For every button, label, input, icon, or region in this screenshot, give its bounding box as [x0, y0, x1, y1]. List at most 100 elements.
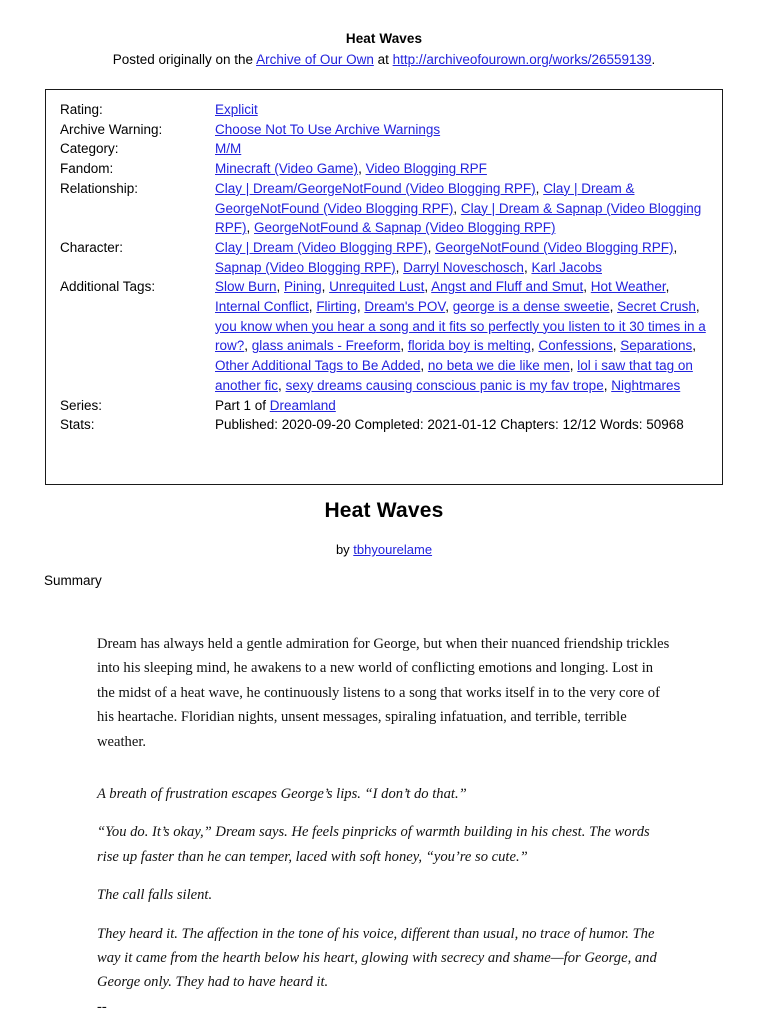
- archive-warning-label: Archive Warning:: [60, 121, 163, 137]
- tag-link[interactable]: Darryl Noveschosch: [403, 260, 524, 275]
- rating-taglist[interactable]: Explicit: [215, 102, 258, 117]
- tag-link[interactable]: Explicit: [215, 102, 258, 117]
- header-title: Heat Waves: [345, 31, 423, 46]
- summary-quote-4: They heard it. The affection in the tone…: [97, 925, 657, 991]
- tag-link[interactable]: no beta we die like men: [428, 358, 570, 373]
- tag-link[interactable]: Confessions: [538, 338, 612, 353]
- work-title: Heat Waves: [324, 499, 444, 522]
- tag-separator: ,: [276, 279, 285, 295]
- series-link[interactable]: Dreamland: [270, 398, 336, 413]
- tag-separator: ,: [246, 220, 255, 236]
- tag-link[interactable]: Pining: [284, 279, 322, 294]
- work-metadata-box: Rating: Explicit Archive Warning: Choose…: [45, 89, 723, 485]
- table-row-additional-tags: Additional Tags: Slow Burn, Pining, Unre…: [46, 277, 722, 395]
- tag-link[interactable]: Clay | Dream (Video Blogging RPF): [215, 240, 428, 255]
- stats-label: Stats:: [60, 417, 95, 433]
- tag-separator: ,: [278, 377, 286, 393]
- tag-link[interactable]: Hot Weather: [591, 279, 666, 294]
- tag-link[interactable]: glass animals - Freeform: [252, 338, 401, 353]
- tag-link[interactable]: Nightmares: [611, 378, 680, 393]
- work-url-link[interactable]: http://archiveofourown.org/works/2655913…: [393, 52, 652, 67]
- tag-separator: ,: [695, 299, 700, 315]
- relationship-taglist[interactable]: Clay | Dream/GeorgeNotFound (Video Blogg…: [215, 181, 701, 235]
- category-label: Category:: [60, 141, 119, 157]
- tag-separator: ,: [358, 161, 366, 177]
- tag-link[interactable]: Minecraft (Video Game): [215, 161, 358, 176]
- tag-link[interactable]: Angst and Fluff and Smut: [431, 279, 583, 294]
- additional-tags-value: Slow Burn, Pining, Unrequited Lust, Angs…: [215, 277, 722, 395]
- fandom-label: Fandom:: [60, 161, 114, 177]
- character-label: Character:: [60, 239, 124, 255]
- tag-link[interactable]: Unrequited Lust: [329, 279, 424, 294]
- tag-link[interactable]: M/M: [215, 141, 241, 156]
- tag-link[interactable]: Clay | Dream/GeorgeNotFound (Video Blogg…: [215, 181, 536, 196]
- tag-separator: ,: [244, 338, 252, 354]
- tag-separator: ,: [400, 338, 408, 354]
- tag-link[interactable]: Flirting: [316, 299, 357, 314]
- tag-separator: ,: [453, 200, 461, 216]
- header-source-line: Posted originally on the Archive of Our …: [0, 52, 768, 68]
- document-page: Heat Waves Posted originally on the Arch…: [0, 0, 768, 1024]
- summary-quote-2: “You do. It’s okay,” Dream says. He feel…: [97, 824, 650, 865]
- summary-divider: --: [97, 998, 107, 1015]
- tag-link[interactable]: Internal Conflict: [215, 299, 309, 314]
- tag-link[interactable]: Secret Crush: [617, 299, 696, 314]
- summary-paragraph: Dream has always held a gentle admiratio…: [97, 636, 670, 750]
- stats-value: Published: 2020-09-20 Completed: 2021-01…: [215, 417, 684, 433]
- author-link[interactable]: tbhyourelame: [353, 542, 432, 557]
- tag-link[interactable]: Choose Not To Use Archive Warnings: [215, 122, 440, 137]
- tag-separator: ,: [445, 299, 453, 315]
- table-row-relationship: Relationship: Clay | Dream/GeorgeNotFoun…: [46, 179, 722, 238]
- archive-of-our-own-link[interactable]: Archive of Our Own: [256, 52, 374, 67]
- relationship-value: Clay | Dream/GeorgeNotFound (Video Blogg…: [215, 179, 722, 238]
- tag-separator: ,: [427, 239, 436, 255]
- tag-link[interactable]: Sapnap (Video Blogging RPF): [215, 260, 396, 275]
- character-taglist[interactable]: Clay | Dream (Video Blogging RPF), Georg…: [215, 240, 677, 275]
- at-text: at: [373, 52, 393, 67]
- table-row-stats: Stats: Published: 2020-09-20 Completed: …: [46, 415, 722, 435]
- summary-body: Dream has always held a gentle admiratio…: [97, 632, 670, 1024]
- summary-heading: Summary: [44, 573, 102, 588]
- tag-separator: ,: [420, 358, 428, 374]
- rating-value: Explicit: [215, 100, 722, 120]
- additional-tags-label: Additional Tags:: [60, 279, 156, 295]
- byline-by-text: by: [335, 542, 354, 557]
- character-value: Clay | Dream (Video Blogging RPF), Georg…: [215, 238, 722, 277]
- work-byline: by tbhyourelame: [0, 541, 768, 559]
- category-value: M/M: [215, 139, 722, 159]
- summary-inspired-line: inspired by the song "heat waves" by gla…: [97, 1019, 670, 1024]
- fandom-value: Minecraft (Video Game), Video Blogging R…: [215, 159, 722, 179]
- tag-link[interactable]: florida boy is melting: [408, 338, 531, 353]
- table-row-category: Category: M/M: [46, 139, 722, 159]
- posted-prefix-text: Posted originally on the: [112, 52, 257, 67]
- tag-link[interactable]: Dream's POV: [364, 299, 445, 314]
- series-prefix: Part 1 of: [215, 397, 270, 413]
- table-row-character: Character: Clay | Dream (Video Blogging …: [46, 238, 722, 277]
- tag-link[interactable]: Other Additional Tags to Be Added: [215, 358, 420, 373]
- series-value: Part 1 of Dreamland: [215, 396, 722, 416]
- tag-link[interactable]: sexy dreams causing conscious panic is m…: [286, 378, 604, 393]
- table-row-series: Series: Part 1 of Dreamland: [46, 396, 722, 416]
- tag-link[interactable]: Separations: [620, 338, 692, 353]
- archive-warning-taglist[interactable]: Choose Not To Use Archive Warnings: [215, 122, 440, 137]
- fandom-taglist[interactable]: Minecraft (Video Game), Video Blogging R…: [215, 161, 487, 176]
- header-period: .: [651, 52, 656, 67]
- work-metadata-table: Rating: Explicit Archive Warning: Choose…: [46, 100, 722, 435]
- tag-link[interactable]: Video Blogging RPF: [366, 161, 487, 176]
- tag-separator: ,: [321, 279, 330, 295]
- category-taglist[interactable]: M/M: [215, 141, 241, 156]
- tag-separator: ,: [583, 279, 591, 295]
- tag-link[interactable]: Slow Burn: [215, 279, 277, 294]
- tag-link[interactable]: Karl Jacobs: [531, 260, 602, 275]
- table-row-rating: Rating: Explicit: [46, 100, 722, 120]
- table-row-archive-warning: Archive Warning: Choose Not To Use Archi…: [46, 120, 722, 140]
- tag-separator: ,: [665, 279, 670, 295]
- tag-link[interactable]: GeorgeNotFound & Sapnap (Video Blogging …: [254, 220, 555, 235]
- table-row-fandom: Fandom: Minecraft (Video Game), Video Bl…: [46, 159, 722, 179]
- tag-link[interactable]: george is a dense sweetie: [453, 299, 610, 314]
- tag-separator: ,: [395, 259, 404, 275]
- additional-tags-taglist[interactable]: Slow Burn, Pining, Unrequited Lust, Angs…: [215, 279, 706, 393]
- series-label: Series:: [60, 397, 103, 413]
- tag-link[interactable]: GeorgeNotFound (Video Blogging RPF): [435, 240, 673, 255]
